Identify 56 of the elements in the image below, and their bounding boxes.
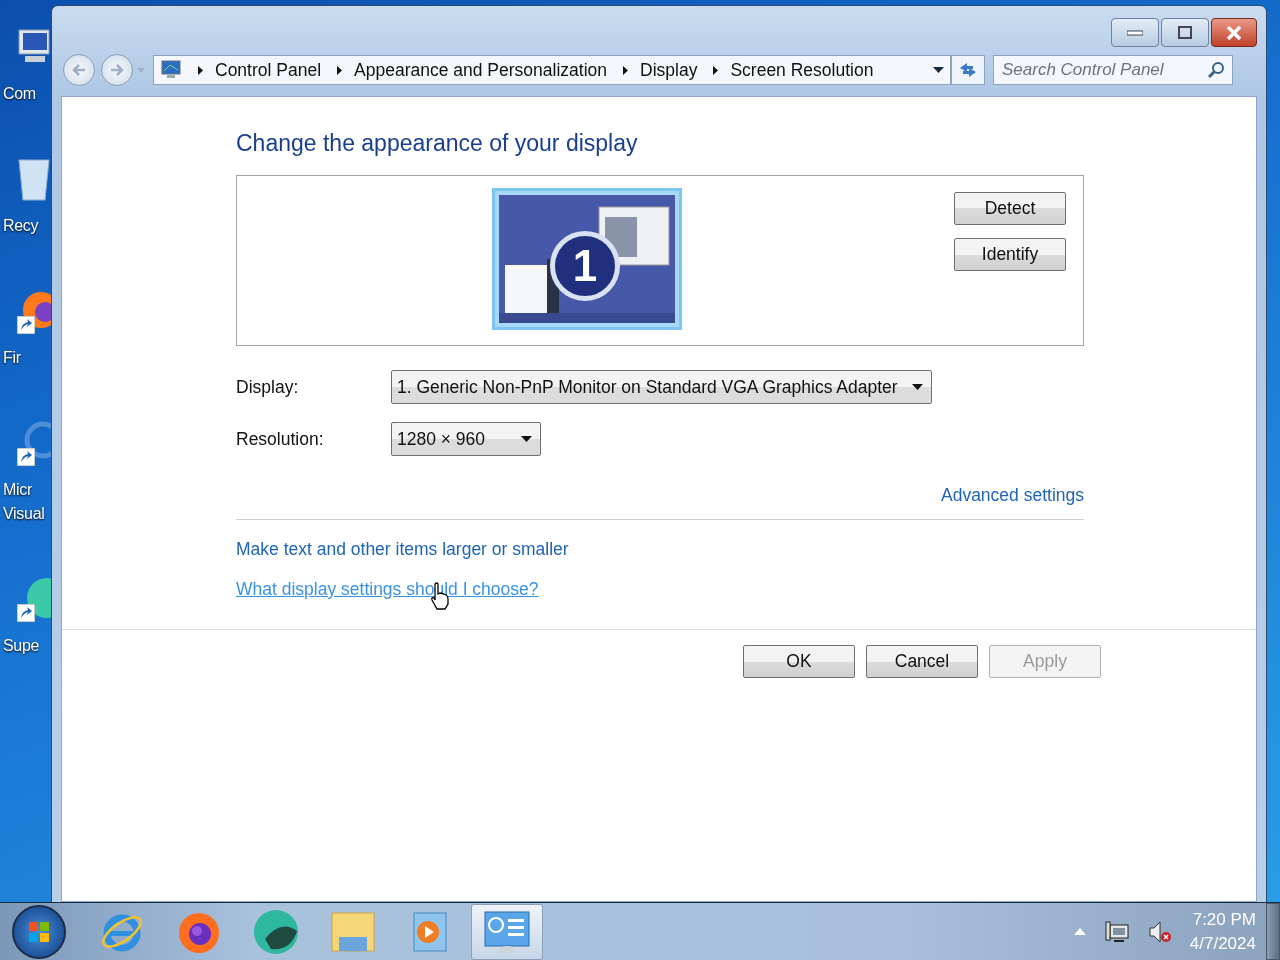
control-panel-icon: [482, 908, 532, 955]
field-label: Resolution:: [236, 428, 325, 450]
dialog-button[interactable]: OK: [743, 645, 855, 678]
chevron-right-icon[interactable]: [198, 65, 203, 75]
breadcrumb-item[interactable]: Screen Resolution: [730, 59, 874, 81]
desktop-icon-label[interactable]: Micr: [3, 478, 32, 502]
help-link[interactable]: Make text and other items larger or smaller: [236, 539, 569, 559]
preview-button[interactable]: Detect: [954, 192, 1066, 225]
search-icon: [1207, 61, 1225, 79]
breadcrumb-item[interactable]: Control Panel: [215, 59, 322, 81]
caret-icon: [521, 436, 532, 442]
breadcrumb-item[interactable]: Appearance and Personalization: [354, 59, 607, 81]
network-icon[interactable]: [1103, 919, 1130, 944]
close-button[interactable]: [1211, 18, 1257, 47]
maximize-button[interactable]: [1161, 18, 1209, 47]
shortcut-arrow-icon: [17, 604, 35, 622]
chevron-right-icon[interactable]: [713, 65, 719, 75]
field-label: Display:: [236, 376, 300, 398]
clock-time: 7:20 PM: [1192, 909, 1256, 930]
sphere-app-icon: [251, 908, 301, 955]
shortcut-arrow-icon: [17, 448, 35, 466]
desktop-icon-label[interactable]: Com: [3, 82, 36, 106]
windows-logo-icon: [28, 920, 50, 943]
clock-date: 4/7/2024: [1189, 933, 1256, 954]
page-heading: Change the appearance of your display: [236, 129, 639, 157]
caret-icon: [911, 384, 923, 390]
taskbar-app-button[interactable]: [471, 903, 543, 960]
chevron-right-icon[interactable]: [337, 65, 343, 75]
search-field[interactable]: Search Control Panel: [993, 55, 1233, 85]
show-desktop-button[interactable]: [1266, 903, 1280, 960]
dialog-button[interactable]: Cancel: [866, 645, 978, 678]
refresh-icon: [958, 61, 978, 79]
desktop-icon-label[interactable]: Visual: [3, 502, 45, 526]
minimize-button[interactable]: [1111, 18, 1159, 47]
desktop-icon-label[interactable]: Recy: [3, 214, 39, 238]
start-button[interactable]: [12, 904, 66, 959]
forward-arrow-icon: [110, 64, 124, 76]
speaker-muted-icon[interactable]: [1147, 919, 1172, 944]
monitor-preview[interactable]: 1: [492, 188, 682, 330]
monitor-icon: [160, 60, 182, 80]
dropdown[interactable]: 1. Generic Non-PnP Monitor on Standard VGA Graphics Adapter: [391, 370, 932, 404]
refresh-button[interactable]: [951, 55, 985, 85]
address-bar[interactable]: Control Panel Appearance and Personalization Display Screen Resolution: [153, 55, 951, 85]
caret-icon[interactable]: [933, 67, 944, 73]
breadcrumb-item[interactable]: Display: [640, 59, 698, 81]
close-icon: [1226, 25, 1242, 40]
back-arrow-icon: [72, 64, 86, 76]
advanced-settings-link[interactable]: Advanced settings: [941, 484, 1084, 506]
desktop-icon-label[interactable]: Supe: [3, 634, 40, 658]
shortcut-arrow-icon: [17, 316, 35, 334]
desktop-icon-label[interactable]: Fir: [3, 346, 21, 370]
maximize-icon: [1178, 26, 1192, 39]
preview-button[interactable]: Identify: [954, 238, 1066, 271]
minimize-icon: [1127, 29, 1143, 36]
chevron-right-icon[interactable]: [623, 65, 628, 75]
dropdown[interactable]: 1280 × 960: [391, 422, 541, 456]
